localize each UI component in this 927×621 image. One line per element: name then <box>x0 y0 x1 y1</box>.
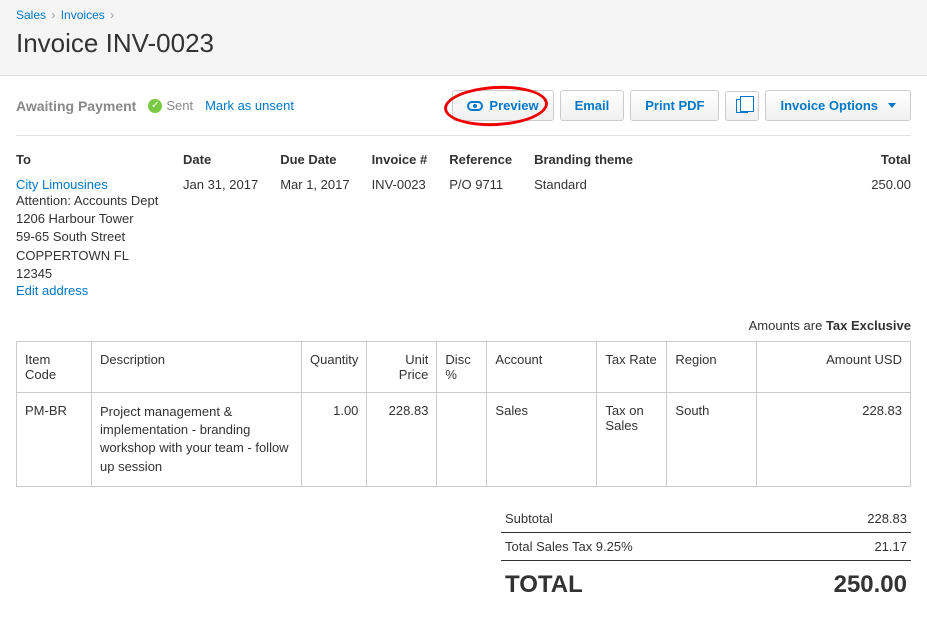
date-value: Jan 31, 2017 <box>183 177 258 192</box>
invoice-options-label: Invoice Options <box>780 98 878 113</box>
reference-label: Reference <box>449 152 512 167</box>
due-date-value: Mar 1, 2017 <box>280 177 349 192</box>
branding-label: Branding theme <box>534 152 633 167</box>
th-region: Region <box>667 341 757 392</box>
invoice-info: To City Limousines Attention: Accounts D… <box>16 152 911 298</box>
to-label: To <box>16 152 161 167</box>
chevron-right-icon: › <box>51 8 55 22</box>
address-line-3: COPPERTOWN FL 12345 <box>16 247 161 283</box>
breadcrumb-invoices-link[interactable]: Invoices <box>61 8 105 22</box>
reference-value: P/O 9711 <box>449 177 512 192</box>
chevron-down-icon <box>888 103 896 108</box>
date-label: Date <box>183 152 258 167</box>
subtotal-label: Subtotal <box>505 511 553 526</box>
branding-value: Standard <box>534 177 633 192</box>
status-awaiting: Awaiting Payment <box>16 98 136 114</box>
invoice-no-label: Invoice # <box>372 152 428 167</box>
cell-description: Project management & implementation - br… <box>92 392 302 486</box>
th-description: Description <box>92 341 302 392</box>
status-bar: Awaiting Payment ✓ Sent Mark as unsent P… <box>16 76 911 135</box>
address-line-2: 59-65 South Street <box>16 228 161 246</box>
total-value: 250.00 <box>871 177 911 192</box>
customer-link[interactable]: City Limousines <box>16 177 108 192</box>
invoice-options-button[interactable]: Invoice Options <box>765 90 911 121</box>
chevron-right-icon: › <box>110 8 114 22</box>
th-tax-rate: Tax Rate <box>597 341 667 392</box>
cell-unit-price: 228.83 <box>367 392 437 486</box>
th-quantity: Quantity <box>302 341 367 392</box>
preview-button[interactable]: Preview <box>452 90 553 121</box>
sent-label: Sent <box>166 98 193 113</box>
address-line-1: 1206 Harbour Tower <box>16 210 161 228</box>
page-title: Invoice INV-0023 <box>16 28 911 59</box>
tax-value: 21.17 <box>874 539 907 554</box>
mark-unsent-link[interactable]: Mark as unsent <box>205 98 294 113</box>
breadcrumb-sales-link[interactable]: Sales <box>16 8 46 22</box>
th-item-code: Item Code <box>17 341 92 392</box>
breadcrumb: Sales › Invoices › <box>16 8 911 22</box>
edit-address-link[interactable]: Edit address <box>16 283 88 298</box>
th-unit-price: Unit Price <box>367 341 437 392</box>
eye-icon <box>467 101 483 111</box>
tax-label: Total Sales Tax 9.25% <box>505 539 633 554</box>
grand-total-value: 250.00 <box>834 571 907 599</box>
table-row: PM-BR Project management & implementatio… <box>17 392 911 486</box>
page-header: Sales › Invoices › Invoice INV-0023 <box>0 0 927 76</box>
cell-quantity: 1.00 <box>302 392 367 486</box>
total-label: Total <box>871 152 911 167</box>
status-badge: ✓ Sent <box>148 98 193 113</box>
files-icon <box>736 99 748 113</box>
subtotal-value: 228.83 <box>867 511 907 526</box>
divider <box>16 135 911 136</box>
th-amount: Amount USD <box>757 341 911 392</box>
amounts-are-label: Amounts are Tax Exclusive <box>16 318 911 333</box>
email-button[interactable]: Email <box>560 90 625 121</box>
check-icon: ✓ <box>148 99 162 113</box>
cell-region: South <box>667 392 757 486</box>
grand-total-label: TOTAL <box>505 571 583 599</box>
preview-label: Preview <box>489 98 538 113</box>
cell-amount: 228.83 <box>757 392 911 486</box>
th-account: Account <box>487 341 597 392</box>
print-pdf-button[interactable]: Print PDF <box>630 90 719 121</box>
address-attention: Attention: Accounts Dept <box>16 192 161 210</box>
files-button[interactable] <box>725 91 759 121</box>
th-disc: Disc % <box>437 341 487 392</box>
due-date-label: Due Date <box>280 152 349 167</box>
cell-disc <box>437 392 487 486</box>
cell-account: Sales <box>487 392 597 486</box>
line-items-table: Item Code Description Quantity Unit Pric… <box>16 341 911 487</box>
cell-item-code: PM-BR <box>17 392 92 486</box>
invoice-no-value: INV-0023 <box>372 177 428 192</box>
cell-tax-rate: Tax on Sales <box>597 392 667 486</box>
